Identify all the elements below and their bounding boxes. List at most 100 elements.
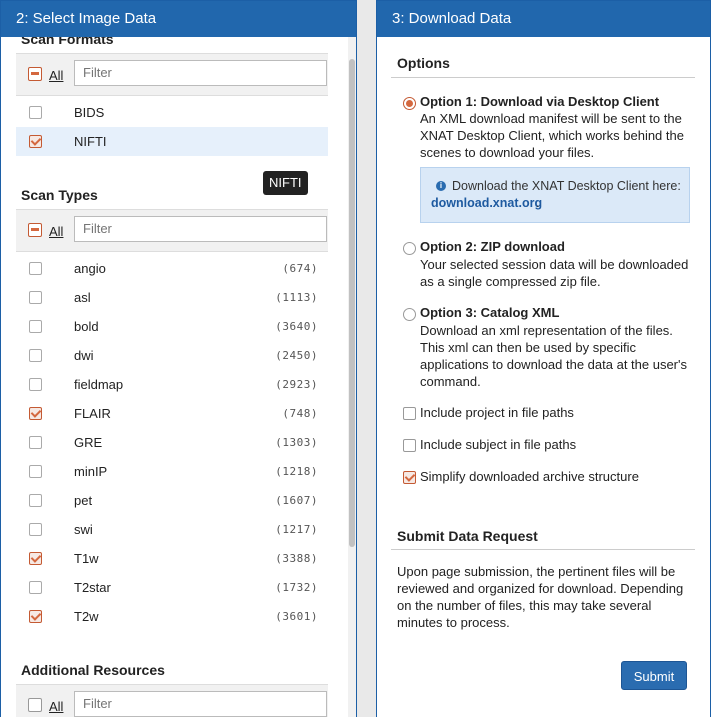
scan-type-row[interactable]: pet (1607) <box>16 486 328 515</box>
scan-type-name: T1w <box>74 551 99 566</box>
scan-type-checkbox[interactable] <box>29 581 42 594</box>
scan-type-checkbox[interactable] <box>29 465 42 478</box>
submit-button[interactable]: Submit <box>621 661 687 690</box>
scan-type-checkbox[interactable] <box>29 436 42 449</box>
all-resources-link[interactable]: All <box>49 699 63 714</box>
scan-type-row[interactable]: swi (1217) <box>16 515 328 544</box>
scan-type-count: (1303) <box>275 436 318 449</box>
scan-type-name: GRE <box>74 435 103 450</box>
scan-type-count: (3388) <box>275 552 318 565</box>
scan-type-name: FLAIR <box>74 406 111 421</box>
scan-type-row[interactable]: dwi (2450) <box>16 341 328 370</box>
scroll-area[interactable]: Scan Formats All BIDS NIFTI NIFTI Scan Ty… <box>1 37 337 717</box>
simplify-structure-checkbox[interactable] <box>403 471 416 484</box>
scan-type-checkbox[interactable] <box>29 378 42 391</box>
scan-type-name: angio <box>74 261 106 276</box>
scan-type-name: asl <box>74 290 91 305</box>
scan-type-name: bold <box>74 319 99 334</box>
scan-type-row[interactable]: asl (1113) <box>16 283 328 312</box>
scan-type-checkbox[interactable] <box>29 552 42 565</box>
scan-type-count: (1218) <box>275 465 318 478</box>
scan-type-row[interactable]: minIP (1218) <box>16 457 328 486</box>
scan-type-name: pet <box>74 493 93 508</box>
format-name: BIDS <box>74 105 105 120</box>
option2-radio[interactable] <box>403 242 416 255</box>
panel-header: 3: Download Data <box>377 1 710 37</box>
link-suffix: . <box>536 196 540 210</box>
minus-icon <box>28 67 42 81</box>
option1-radio[interactable] <box>403 97 416 110</box>
download-data-panel: 3: Download Data Options Option 1: Downl… <box>376 0 711 717</box>
select-all-resources-checkbox[interactable] <box>28 698 42 712</box>
formats-filter-input[interactable] <box>74 60 327 86</box>
resources-filter-input[interactable] <box>74 691 327 717</box>
scan-type-row[interactable]: T1w (3388) <box>16 544 328 573</box>
additional-resources-filter-bar: All <box>16 684 328 717</box>
divider <box>391 77 695 78</box>
all-types-link[interactable]: All <box>49 224 63 239</box>
select-all-formats-checkbox[interactable] <box>28 67 42 81</box>
option2-title[interactable]: Option 2: ZIP download <box>420 239 565 254</box>
scan-type-count: (1732) <box>275 581 318 594</box>
scan-type-checkbox[interactable] <box>29 262 42 275</box>
scan-type-row[interactable]: angio (674) <box>16 254 328 283</box>
include-subject-label[interactable]: Include subject in file paths <box>420 437 576 452</box>
include-project-label[interactable]: Include project in file paths <box>420 405 574 420</box>
scan-type-name: dwi <box>74 348 94 363</box>
panel-header: 2: Select Image Data <box>1 1 356 37</box>
include-project-checkbox[interactable] <box>403 407 416 420</box>
option3-description: Download an xml representation of the fi… <box>420 323 687 389</box>
options-title: Options <box>397 55 450 71</box>
scan-type-row[interactable]: bold (3640) <box>16 312 328 341</box>
format-row[interactable]: NIFTI <box>16 127 328 156</box>
scan-type-row[interactable]: fieldmap (2923) <box>16 370 328 399</box>
simplify-structure-label[interactable]: Simplify downloaded archive structure <box>420 469 639 484</box>
scan-type-row[interactable]: T2w (3601) <box>16 602 328 631</box>
desktop-client-info: i Download the XNAT Desktop Client here:… <box>420 167 690 223</box>
scan-type-checkbox[interactable] <box>29 610 42 623</box>
scan-type-checkbox[interactable] <box>29 494 42 507</box>
scan-type-count: (1607) <box>275 494 318 507</box>
scan-type-checkbox[interactable] <box>29 291 42 304</box>
info-text: Download the XNAT Desktop Client here: <box>452 179 681 193</box>
submit-description: Upon page submission, the pertinent file… <box>397 564 684 630</box>
scrollbar-thumb[interactable] <box>349 59 355 547</box>
types-filter-input[interactable] <box>74 216 327 242</box>
checkbox-icon <box>28 698 42 712</box>
scan-type-checkbox[interactable] <box>29 407 42 420</box>
format-checkbox[interactable] <box>29 135 42 148</box>
all-formats-link[interactable]: All <box>49 68 63 83</box>
scan-type-row[interactable]: T2star (1732) <box>16 573 328 602</box>
scan-type-name: fieldmap <box>74 377 124 392</box>
option3-title[interactable]: Option 3: Catalog XML <box>420 305 559 320</box>
scan-type-row[interactable]: GRE (1303) <box>16 428 328 457</box>
scan-type-count: (3601) <box>275 610 318 623</box>
scan-type-count: (674) <box>282 262 318 275</box>
download-link[interactable]: download.xnat.org <box>431 195 542 212</box>
minus-icon <box>28 223 42 237</box>
select-all-types-checkbox[interactable] <box>28 223 42 237</box>
option2-description: Your selected session data will be downl… <box>420 257 689 289</box>
scan-type-checkbox[interactable] <box>29 523 42 536</box>
scan-type-count: (1113) <box>275 291 318 304</box>
scan-type-name: swi <box>74 522 93 537</box>
scan-type-checkbox[interactable] <box>29 320 42 333</box>
scan-formats-title: Scan Formats <box>21 37 114 47</box>
scan-type-count: (2923) <box>275 378 318 391</box>
include-subject-checkbox[interactable] <box>403 439 416 452</box>
format-checkbox[interactable] <box>29 106 42 119</box>
scan-type-name: minIP <box>74 464 108 479</box>
option1-title[interactable]: Option 1: Download via Desktop Client <box>420 94 659 109</box>
format-row[interactable]: BIDS <box>16 98 328 127</box>
scan-type-count: (3640) <box>275 320 318 333</box>
scan-type-row[interactable]: FLAIR (748) <box>16 399 328 428</box>
scan-type-name: T2star <box>74 580 111 595</box>
option1-description: An XML download manifest will be sent to… <box>420 111 684 160</box>
option3-radio[interactable] <box>403 308 416 321</box>
scan-type-count: (1217) <box>275 523 318 536</box>
additional-resources-title: Additional Resources <box>21 662 165 678</box>
info-icon: i <box>436 181 446 191</box>
divider <box>391 549 695 550</box>
scan-type-checkbox[interactable] <box>29 349 42 362</box>
select-image-data-panel: 2: Select Image Data Scan Formats All BI… <box>0 0 357 717</box>
